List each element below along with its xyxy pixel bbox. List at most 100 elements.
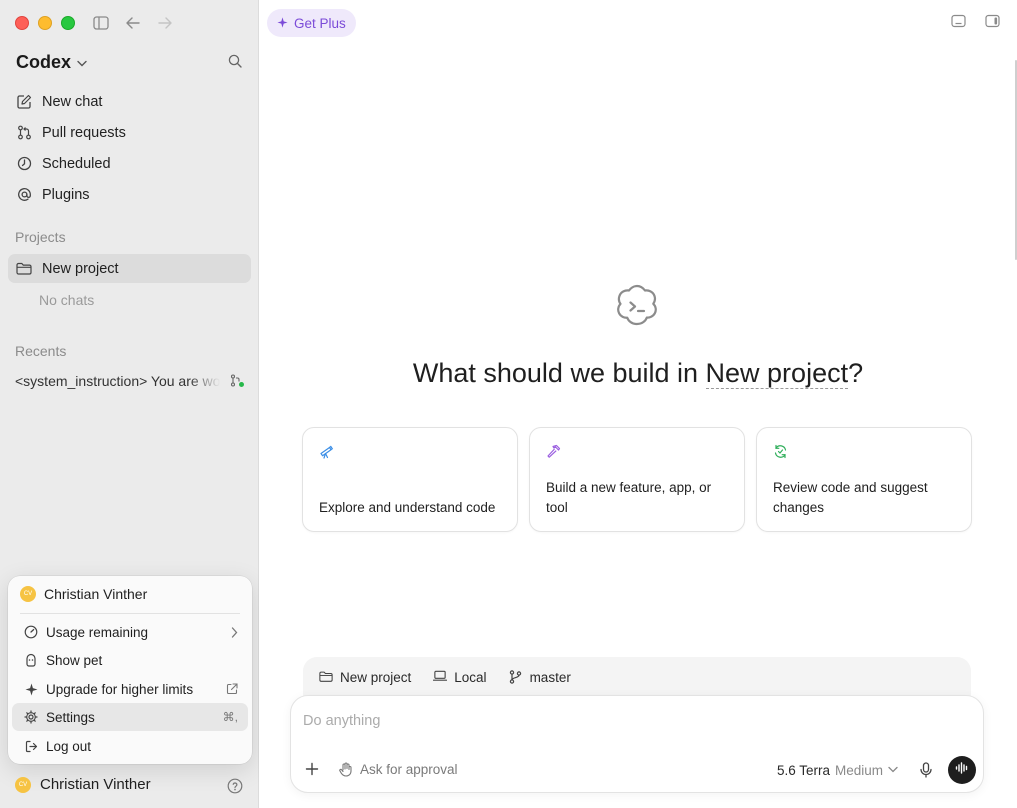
laptop-icon [433, 670, 448, 684]
chevron-down-icon [888, 765, 898, 776]
help-icon[interactable] [227, 778, 243, 794]
back-arrow-icon[interactable] [124, 14, 142, 32]
sidebar-item-scheduled[interactable]: Scheduled [8, 148, 251, 179]
recents-heading: Recents [15, 343, 67, 359]
menu-item-label: Usage remaining [46, 624, 149, 640]
account-menu-header: CV Christian Vinther [20, 584, 147, 604]
hero-suffix: ? [848, 358, 864, 388]
model-name: 5.6 Terra [777, 763, 831, 778]
menu-item-log-out[interactable]: Log out [12, 732, 248, 760]
context-bar: New project Local master [303, 657, 971, 697]
suggestion-card-build[interactable]: Build a new feature, app, or tool [529, 427, 745, 532]
menu-item-upgrade[interactable]: Upgrade for higher limits [12, 675, 248, 703]
search-icon[interactable] [228, 54, 244, 70]
review-icon [773, 444, 789, 460]
avatar: CV [15, 776, 31, 793]
chevron-down-icon [77, 56, 87, 70]
edit-icon [16, 94, 32, 110]
main-toolbar [951, 14, 1001, 30]
codex-logo-icon [612, 283, 662, 331]
sidebar-nav: New chat Pull requests Scheduled Plugins [8, 86, 251, 210]
avatar: CV [20, 586, 36, 602]
voice-mode-button[interactable] [948, 756, 976, 784]
suggestion-card-review[interactable]: Review code and suggest changes [756, 427, 972, 532]
close-window-button[interactable] [15, 16, 29, 30]
menu-item-settings[interactable]: Settings ⌘, [12, 703, 248, 731]
hero-prefix: What should we build in [412, 358, 706, 388]
sidebar: Codex New chat Pull requests Scheduled P… [0, 0, 259, 808]
pull-request-icon [16, 125, 32, 141]
menu-item-show-pet[interactable]: Show pet [12, 646, 248, 674]
context-environment-button[interactable]: Local [433, 669, 487, 685]
hammer-icon [546, 444, 562, 460]
project-label: New project [42, 260, 119, 277]
project-selector[interactable]: New project [705, 358, 849, 389]
logout-icon [24, 739, 38, 753]
context-branch-button[interactable]: master [509, 670, 571, 685]
side-panel-icon[interactable] [985, 14, 1001, 30]
hero-heading: What should we build in New project? [259, 358, 1017, 389]
brand-name: Codex [16, 52, 72, 72]
context-project-label: New project [340, 669, 412, 685]
get-plus-label: Get Plus [294, 15, 346, 31]
folder-icon [319, 670, 333, 684]
menu-item-label: Log out [46, 738, 92, 754]
microphone-icon[interactable] [919, 762, 935, 778]
forward-arrow-icon[interactable] [156, 14, 174, 32]
git-branch-icon [509, 670, 523, 684]
menu-item-label: Settings [46, 709, 95, 725]
context-environment-label: Local [454, 669, 487, 685]
folder-icon [16, 261, 32, 277]
suggestion-card-explore[interactable]: Explore and understand code [302, 427, 518, 532]
composer: Ask for approval 5.6 Terra Medium [290, 695, 984, 793]
approval-mode-button[interactable]: Ask for approval [339, 762, 458, 777]
sidebar-item-label: Scheduled [42, 155, 111, 172]
terminal-panel-icon[interactable] [951, 14, 967, 30]
main-panel: Get Plus What should we build in New pro… [259, 0, 1017, 808]
settings-shortcut: ⌘, [222, 710, 238, 724]
waveform-icon [955, 761, 969, 779]
status-dot [239, 382, 244, 387]
model-selector[interactable]: 5.6 Terra Medium [777, 763, 898, 778]
account-menu: CV Christian Vinther Usage remaining Sho… [8, 576, 252, 764]
prompt-input[interactable] [303, 710, 943, 732]
hand-icon [339, 762, 354, 777]
at-icon [16, 187, 32, 203]
projects-heading: Projects [15, 229, 66, 245]
menu-item-label: Show pet [46, 652, 103, 668]
suggestion-card-label: Explore and understand code [319, 500, 496, 515]
account-name: Christian Vinther [44, 586, 148, 602]
recent-chat-item[interactable]: <system_instruction> You are working [15, 373, 245, 391]
model-effort: Medium [835, 763, 884, 778]
external-link-icon [226, 683, 238, 695]
telescope-icon [319, 444, 335, 460]
zoom-window-button[interactable] [61, 16, 75, 30]
sidebar-item-pull-requests[interactable]: Pull requests [8, 117, 251, 148]
account-button[interactable]: CV Christian Vinther [15, 776, 151, 793]
plus-icon[interactable] [305, 762, 321, 778]
clock-icon [16, 156, 32, 172]
menu-item-usage-remaining[interactable]: Usage remaining [12, 618, 248, 646]
context-project-button[interactable]: New project [319, 670, 411, 685]
sidebar-item-label: New chat [42, 93, 103, 110]
sidebar-item-new-project[interactable]: New project [8, 254, 251, 283]
suggestion-cards: Explore and understand code Build a new … [302, 427, 972, 532]
suggestion-card-label: Review code and suggest changes [773, 480, 928, 515]
sidebar-item-label: Plugins [42, 186, 90, 203]
minimize-window-button[interactable] [38, 16, 52, 30]
sidebar-toggle-icon[interactable] [92, 14, 110, 32]
sidebar-item-new-chat[interactable]: New chat [8, 86, 251, 117]
app-window: Codex New chat Pull requests Scheduled P… [0, 0, 1017, 808]
workspace-switcher[interactable]: Codex [16, 52, 87, 73]
branch-status-icon [230, 374, 244, 388]
suggestion-card-label: Build a new feature, app, or tool [546, 480, 712, 515]
footer-user-name: Christian Vinther [40, 776, 151, 793]
gear-icon [24, 710, 38, 724]
no-chats-text: No chats [39, 292, 95, 308]
sidebar-toolbar [92, 14, 174, 32]
gauge-icon [24, 625, 38, 639]
pet-icon [24, 653, 38, 667]
recent-chat-label: <system_instruction> You are working [15, 373, 220, 389]
get-plus-button[interactable]: Get Plus [267, 9, 356, 37]
sidebar-item-plugins[interactable]: Plugins [8, 179, 251, 210]
